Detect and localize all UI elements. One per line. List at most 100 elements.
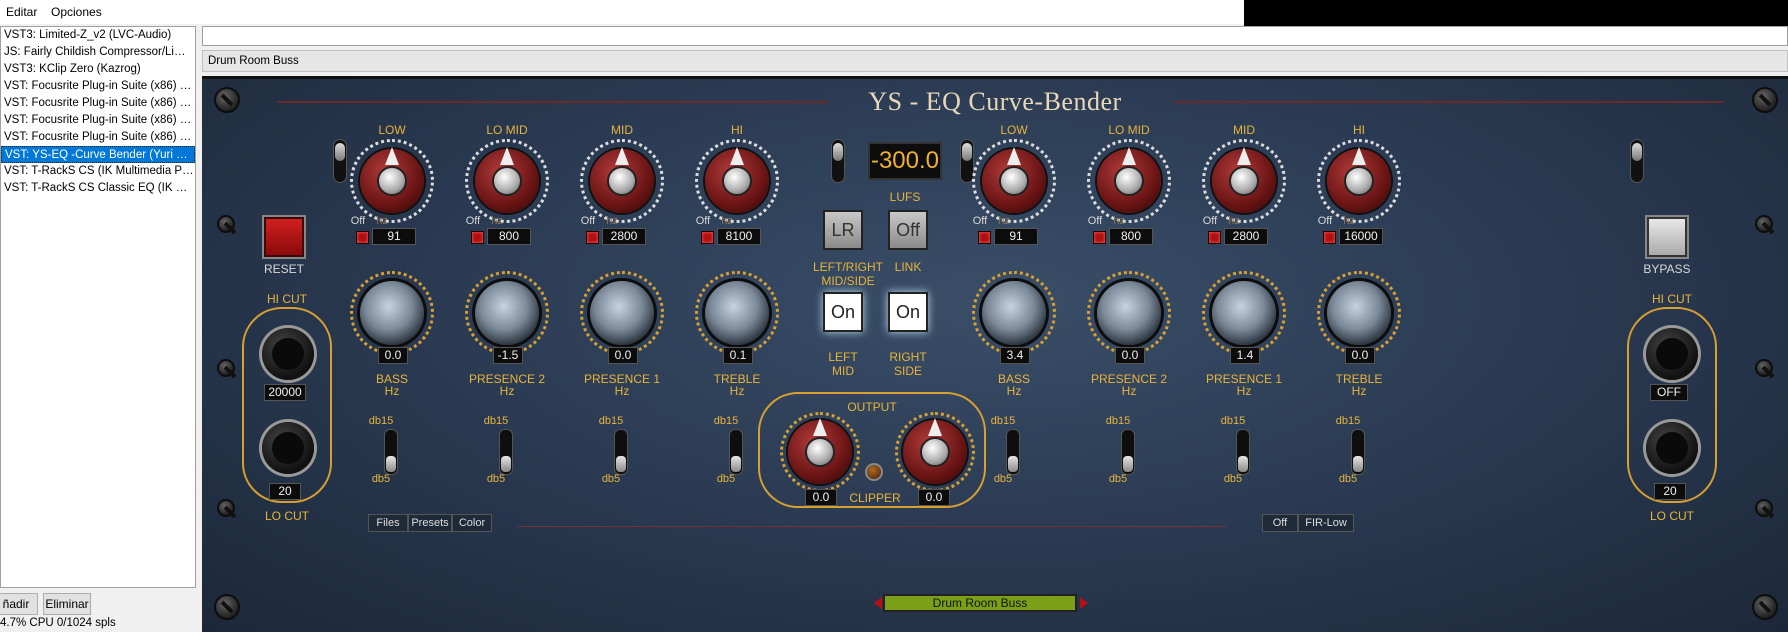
band-freq-knob[interactable] xyxy=(590,147,654,213)
shelf-gain-knob[interactable] xyxy=(1212,281,1276,345)
fx-item[interactable]: VST: Focusrite Plug-in Suite (x86) (Fo..… xyxy=(1,129,195,146)
output-left-knob[interactable] xyxy=(788,418,852,484)
band-freq-value[interactable]: 2800 xyxy=(602,228,646,245)
reset-button[interactable] xyxy=(264,217,304,257)
shelf-gain-value[interactable]: 0.0 xyxy=(1345,347,1375,364)
off-label: Off xyxy=(1202,215,1218,227)
shelf-q-switch[interactable] xyxy=(1006,429,1020,475)
band-off-button[interactable] xyxy=(1323,231,1336,244)
right-label: RIGHT xyxy=(889,350,927,364)
band-off-button[interactable] xyxy=(586,231,599,244)
band-freq-value[interactable]: 91 xyxy=(994,228,1038,245)
fir-off-button[interactable]: Off xyxy=(1262,514,1298,532)
lr-ms-button[interactable]: LR xyxy=(823,210,863,250)
band-off-button[interactable] xyxy=(471,231,484,244)
band-freq-knob[interactable] xyxy=(705,147,769,213)
right-hicut-value[interactable]: OFF xyxy=(1650,384,1688,401)
shelf-q-switch[interactable] xyxy=(499,429,513,475)
left-hicut-knob[interactable] xyxy=(262,328,314,380)
top-input-field[interactable] xyxy=(202,26,1788,46)
shelf-gain-value[interactable]: 3.4 xyxy=(1000,347,1030,364)
mode-toggle-left[interactable] xyxy=(831,139,845,183)
shelf-q-switch[interactable] xyxy=(1121,429,1135,475)
fir-low-button[interactable]: FIR-Low xyxy=(1298,514,1354,532)
preset-next-icon[interactable] xyxy=(1080,597,1088,609)
band-off-button[interactable] xyxy=(356,231,369,244)
band-freq-value[interactable]: 91 xyxy=(372,228,416,245)
fx-item[interactable]: VST: T-RackS CS Classic EQ (IK Mult... xyxy=(1,180,195,197)
shelf-gain-value[interactable]: 0.0 xyxy=(608,347,638,364)
shelf-gain-knob[interactable] xyxy=(360,281,424,345)
shelf-gain-value[interactable]: -1.5 xyxy=(493,347,523,364)
preset-display[interactable]: Drum Room Buss xyxy=(883,594,1077,612)
band-toggle-right[interactable] xyxy=(1630,139,1644,183)
fx-item[interactable]: VST: Focusrite Plug-in Suite (x86) (Fo..… xyxy=(1,112,195,129)
left-locut-knob[interactable] xyxy=(262,422,314,474)
fx-item[interactable]: VST3: Limited-Z_v2 (LVC-Audio) xyxy=(1,27,195,44)
remove-button[interactable]: Eliminar xyxy=(43,593,91,615)
add-button[interactable]: ñadir xyxy=(0,593,38,615)
right-locut-value[interactable]: 20 xyxy=(1654,483,1686,500)
right-hicut-knob[interactable] xyxy=(1646,328,1698,380)
left-hicut-value[interactable]: 20000 xyxy=(264,384,306,401)
bypass-button[interactable] xyxy=(1647,217,1687,257)
presets-tab[interactable]: Presets xyxy=(408,514,452,532)
shelf-gain-value[interactable]: 0.1 xyxy=(723,347,753,364)
band-freq-knob[interactable] xyxy=(1212,147,1276,213)
band-off-button[interactable] xyxy=(978,231,991,244)
band-freq-value[interactable]: 800 xyxy=(487,228,531,245)
fx-item[interactable]: VST3: KClip Zero (Kazrog) xyxy=(1,61,195,78)
menu-edit[interactable]: Editar xyxy=(6,5,37,19)
color-tab[interactable]: Color xyxy=(452,514,492,532)
band-freq-value[interactable]: 16000 xyxy=(1339,228,1383,245)
shelf-q-switch[interactable] xyxy=(729,429,743,475)
band-freq-value[interactable]: 2800 xyxy=(1224,228,1268,245)
band-freq-knob[interactable] xyxy=(1327,147,1391,213)
fx-item[interactable]: VST: T-RackS CS (IK Multimedia Pro... xyxy=(1,163,195,180)
shelf-q-switch[interactable] xyxy=(384,429,398,475)
link-button[interactable]: Off xyxy=(888,210,928,250)
band-freq-knob[interactable] xyxy=(475,147,539,213)
shelf-gain-value[interactable]: 0.0 xyxy=(1115,347,1145,364)
black-region xyxy=(1244,0,1788,28)
right-locut-knob[interactable] xyxy=(1646,422,1698,474)
shelf-gain-knob[interactable] xyxy=(590,281,654,345)
band-freq-knob[interactable] xyxy=(982,147,1046,213)
hz-label: hz xyxy=(721,215,733,227)
band-off-button[interactable] xyxy=(701,231,714,244)
clipper-led[interactable] xyxy=(865,463,883,481)
hz-label: hz xyxy=(1113,215,1125,227)
output-right-value[interactable]: 0.0 xyxy=(918,489,950,506)
shelf-gain-knob[interactable] xyxy=(705,281,769,345)
fx-item[interactable]: VST: Focusrite Plug-in Suite (x86) (Fo..… xyxy=(1,78,195,95)
fx-item[interactable]: JS: Fairly Childish Compressor/Limiter xyxy=(1,44,195,61)
shelf-gain-knob[interactable] xyxy=(1327,281,1391,345)
output-right-knob[interactable] xyxy=(903,418,967,484)
shelf-q-switch[interactable] xyxy=(1351,429,1365,475)
left-mid-on-button[interactable]: On xyxy=(823,292,863,332)
left-locut-value[interactable]: 20 xyxy=(269,483,301,500)
preset-name-bar[interactable]: Drum Room Buss xyxy=(202,50,1788,72)
band-toggle-left[interactable] xyxy=(333,139,347,183)
shelf-gain-value[interactable]: 1.4 xyxy=(1230,347,1260,364)
output-left-value[interactable]: 0.0 xyxy=(805,489,837,506)
fx-item[interactable]: VST: Focusrite Plug-in Suite (x86) (Fo..… xyxy=(1,95,195,112)
shelf-gain-knob[interactable] xyxy=(1097,281,1161,345)
band-freq-value[interactable]: 8100 xyxy=(717,228,761,245)
band-freq-knob[interactable] xyxy=(360,147,424,213)
band-off-button[interactable] xyxy=(1093,231,1106,244)
band-freq-knob[interactable] xyxy=(1097,147,1161,213)
band-freq-value[interactable]: 800 xyxy=(1109,228,1153,245)
shelf-gain-knob[interactable] xyxy=(982,281,1046,345)
fx-item-selected[interactable]: VST: YS-EQ -Curve Bender (Yuri Sem... xyxy=(1,146,195,163)
menu-options[interactable]: Opciones xyxy=(51,5,102,19)
fx-chain-list[interactable]: VST3: Limited-Z_v2 (LVC-Audio) JS: Fairl… xyxy=(0,26,196,588)
shelf-gain-value[interactable]: 0.0 xyxy=(378,347,408,364)
band-off-button[interactable] xyxy=(1208,231,1221,244)
right-side-on-button[interactable]: On xyxy=(888,292,928,332)
shelf-q-switch[interactable] xyxy=(1236,429,1250,475)
shelf-gain-knob[interactable] xyxy=(475,281,539,345)
shelf-q-switch[interactable] xyxy=(614,429,628,475)
files-tab[interactable]: Files xyxy=(368,514,408,532)
preset-prev-icon[interactable] xyxy=(874,597,882,609)
